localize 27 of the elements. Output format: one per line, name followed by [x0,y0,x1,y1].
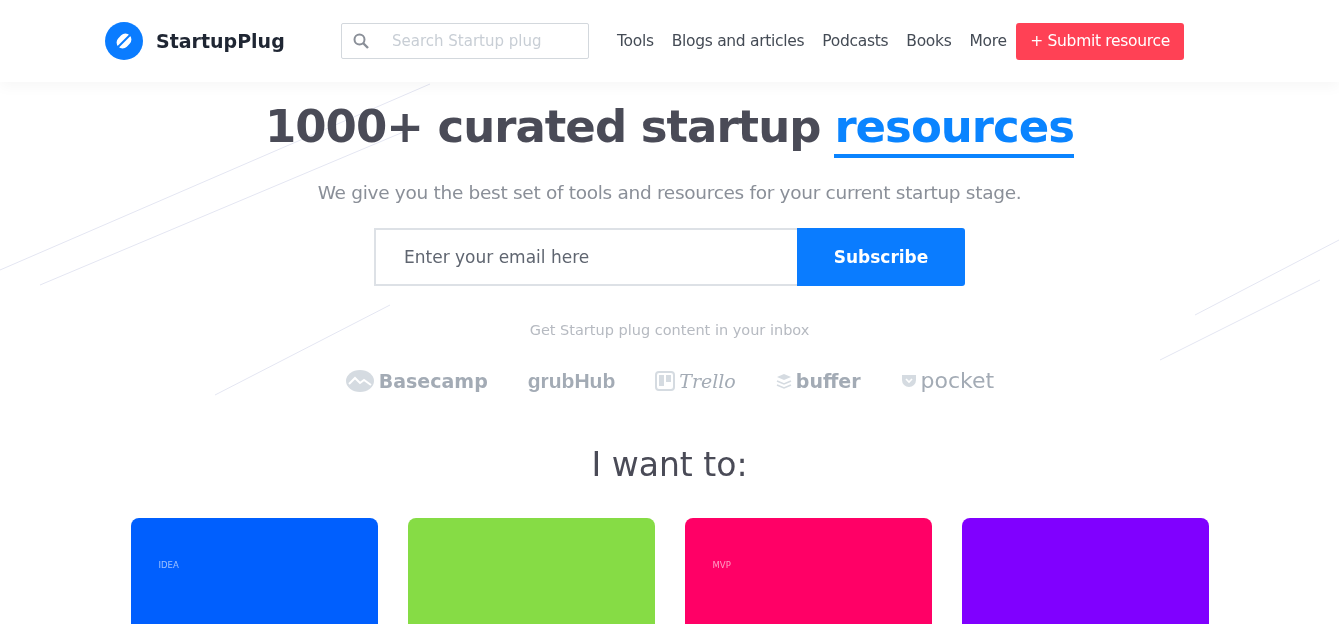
nav-link[interactable]: Books [906,32,952,50]
nav-link[interactable]: More [969,32,1007,50]
subscribe-button[interactable]: Subscribe [797,228,965,286]
partner-logo-text: grubHub [527,368,616,393]
partner-logo-text: buffer [795,369,861,392]
board-icon [655,370,676,391]
category-card[interactable] [407,518,655,624]
stack-icon [775,372,792,389]
hero-subtitle: We give you the best set of tools and resources for your current startup stage. [317,182,1022,203]
category-card[interactable] [961,518,1209,624]
section-title: I want to: [591,445,748,484]
plug-logo-icon [105,22,143,60]
shield-icon [900,372,917,389]
mountain-icon [344,368,375,393]
nav-link[interactable]: Blogs and articles [671,32,805,50]
email-field[interactable]: Enter your email here [374,228,797,286]
partner-logo-text: Basecamp [378,369,488,392]
nav-link[interactable]: Tools [617,32,654,50]
caption-text: Get Startup plug content in your inbox [529,322,810,338]
card-tag: MVP [712,560,731,570]
card-tag: IDEA [158,560,179,570]
nav-link[interactable]: Podcasts [822,32,889,50]
highlighted-word: resources [834,100,1074,158]
partner-logo-text: Trello [679,369,736,392]
hero-title: 1000+ curated startup [264,100,821,155]
brand-name: StartupPlug [156,30,285,52]
partner-logo-text: pocket [920,368,995,393]
